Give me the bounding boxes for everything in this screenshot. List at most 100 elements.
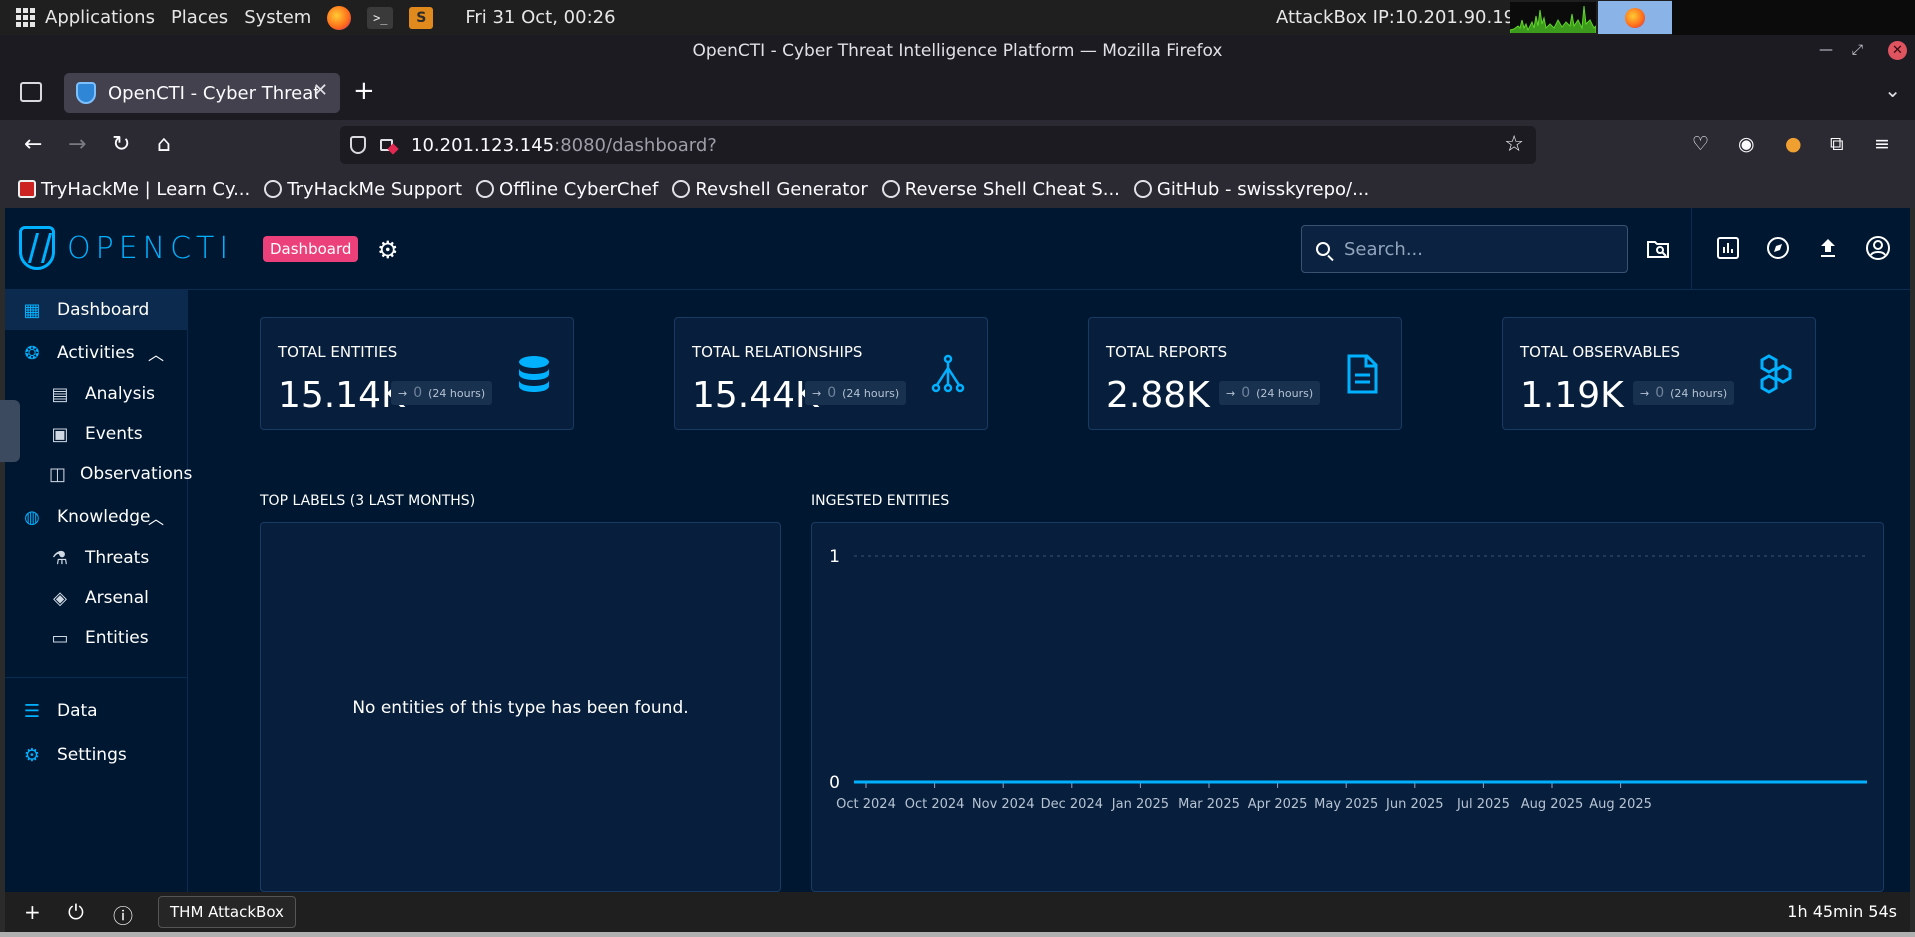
list-tabs-chevron-icon[interactable]: ⌄ — [1884, 78, 1901, 102]
forward-arrow-icon[interactable]: → — [68, 132, 86, 157]
account-svg — [1866, 236, 1890, 260]
firefox-window-button[interactable] — [1598, 1, 1672, 34]
investigations-chart-icon[interactable] — [1715, 235, 1741, 261]
card-total-relationships: TOTAL RELATIONSHIPS 15.44K → 0 (24 hours) — [674, 317, 988, 430]
data-point[interactable] — [1481, 780, 1485, 784]
delta-value: 0 — [1241, 385, 1251, 401]
sidebar-item-arsenal[interactable]: ◈ Arsenal — [5, 578, 188, 618]
places-menu[interactable]: Places — [163, 0, 236, 35]
system-menu[interactable]: System — [236, 0, 319, 35]
url-bar[interactable]: 10.201.123.145:8080/dashboard? ☆ — [340, 126, 1536, 164]
bookmark-star-icon[interactable]: ☆ — [1504, 132, 1524, 157]
tracking-protection-shield-icon[interactable] — [350, 136, 366, 154]
arrow-right-icon: → — [812, 386, 822, 400]
logo-text: OPENCTI — [67, 230, 234, 266]
system-monitor-graph — [1510, 2, 1596, 33]
system-label: System — [244, 7, 312, 28]
sidebar-item-analysis[interactable]: ▤ Analysis — [5, 374, 188, 414]
upload-icon[interactable] — [1815, 235, 1841, 261]
github-icon — [1133, 180, 1152, 198]
bookmark-tryhackme-support[interactable]: TryHackMe Support — [264, 179, 462, 200]
data-point[interactable] — [1550, 780, 1554, 784]
insecure-lock-icon[interactable] — [380, 139, 393, 151]
applications-label: Applications — [45, 7, 155, 28]
data-point[interactable] — [1276, 780, 1280, 784]
window-title: OpenCTI - Cyber Threat Intelligence Plat… — [692, 40, 1223, 61]
sidebar-item-activities[interactable]: ❂ Activities ︿ — [5, 333, 188, 373]
data-point[interactable] — [1619, 780, 1623, 784]
attackbox-window-button[interactable]: THM AttackBox — [158, 896, 296, 928]
sidebar-item-label: Analysis — [85, 384, 156, 404]
cpu-graph-icon — [1510, 5, 1596, 33]
new-tab-icon[interactable]: + — [353, 76, 375, 106]
add-icon[interactable]: + — [24, 900, 41, 924]
explore-compass-icon[interactable] — [1765, 235, 1791, 261]
data-point[interactable] — [1344, 780, 1348, 784]
sidebar-item-dashboard[interactable]: ▦ Dashboard — [5, 290, 188, 330]
data-point[interactable] — [1001, 780, 1005, 784]
minimize-icon[interactable]: — — [1819, 42, 1833, 58]
dashboard-settings-gear-icon[interactable]: ⚙ — [377, 236, 399, 264]
reload-icon[interactable]: ↻ — [112, 132, 130, 157]
empty-state-message: No entities of this type has been found. — [352, 698, 689, 718]
left-sidebar: ▦ Dashboard ❂ Activities ︿ ▤ Analysis ▣ … — [5, 290, 192, 892]
sidebar-drag-handle[interactable] — [0, 400, 20, 462]
sidebar-item-entities[interactable]: ▭ Entities — [5, 618, 188, 658]
clock-label: Fri 31 Oct, 00:26 — [465, 7, 616, 28]
calendar-icon: ▣ — [51, 423, 69, 445]
sidebar-item-threats[interactable]: ⚗ Threats — [5, 538, 188, 578]
sublime-launcher[interactable]: S — [401, 0, 441, 35]
bookmark-tryhackme[interactable]: TryHackMe | Learn Cy... — [18, 179, 250, 200]
back-arrow-icon[interactable]: ← — [24, 132, 42, 157]
home-icon[interactable]: ⌂ — [157, 132, 171, 157]
top-labels-panel: No entities of this type has been found. — [260, 522, 781, 892]
firefox-launcher[interactable] — [319, 0, 359, 35]
data-point[interactable] — [1138, 780, 1142, 784]
card-title: TOTAL REPORTS — [1106, 343, 1228, 361]
sidebar-item-settings[interactable]: ⚙ Settings — [5, 735, 188, 775]
sidebar-item-data[interactable]: ☰ Data — [5, 691, 188, 731]
data-point[interactable] — [1207, 780, 1211, 784]
applications-menu[interactable]: Applications — [0, 0, 163, 35]
bookmark-github[interactable]: GitHub - swisskyrepo/... — [1133, 179, 1369, 200]
tab-opencti[interactable]: OpenCTI - Cyber Threat I ✕ — [64, 73, 340, 113]
power-icon[interactable]: ⏻ — [68, 900, 84, 924]
bookmark-cyberchef[interactable]: Offline CyberChef — [476, 179, 658, 200]
data-point[interactable] — [933, 780, 937, 784]
extension-fox-icon[interactable]: ● — [1785, 133, 1802, 155]
opencti-logo[interactable]: OPENCTI — [19, 226, 233, 270]
arrow-right-icon: → — [398, 386, 408, 400]
firefox-icon — [1625, 7, 1645, 28]
card-total-entities: TOTAL ENTITIES 15.14K → 0 (24 hours) — [260, 317, 574, 430]
y-tick-label: 1 — [829, 547, 840, 567]
data-point[interactable] — [864, 780, 868, 784]
sidebar-item-events[interactable]: ▣ Events — [5, 414, 188, 454]
close-window-icon[interactable]: ✕ — [1888, 41, 1907, 60]
chevron-up-icon[interactable]: ︿ — [148, 341, 164, 365]
bookmark-revshell[interactable]: Revshell Generator — [672, 179, 868, 200]
data-point[interactable] — [1413, 780, 1417, 784]
tryhackme-favicon-icon — [18, 180, 36, 198]
user-account-icon[interactable] — [1865, 235, 1891, 261]
document-icon — [1347, 354, 1378, 394]
sidebar-item-observations[interactable]: ◫ Observations — [5, 454, 192, 494]
hamburger-menu-icon[interactable]: ≡ — [1874, 133, 1890, 155]
firefox-view-icon[interactable] — [20, 82, 42, 102]
data-point[interactable] — [1070, 780, 1074, 784]
arrow-right-icon: → — [1226, 386, 1236, 400]
extensions-puzzle-icon[interactable]: ⧉ — [1830, 133, 1844, 155]
restore-icon[interactable]: ⤢ — [1852, 42, 1863, 58]
clock[interactable]: Fri 31 Oct, 00:26 — [441, 0, 623, 35]
search-bulk-icon[interactable] — [1646, 235, 1672, 261]
search-input[interactable]: Search... — [1301, 225, 1628, 273]
bookmark-reverse-shell[interactable]: Reverse Shell Cheat S... — [881, 179, 1120, 200]
card-title: TOTAL OBSERVABLES — [1520, 343, 1680, 361]
info-icon[interactable]: ⓘ — [113, 900, 133, 929]
header-separator — [1691, 208, 1692, 290]
close-tab-icon[interactable]: ✕ — [313, 80, 328, 101]
account-icon[interactable]: ◉ — [1738, 133, 1755, 155]
sidebar-item-knowledge[interactable]: ◍ Knowledge ︿ — [5, 497, 188, 537]
terminal-launcher[interactable]: >_ — [359, 0, 401, 35]
chevron-up-icon[interactable]: ︿ — [148, 505, 164, 529]
pocket-icon[interactable]: ♡ — [1692, 133, 1709, 155]
